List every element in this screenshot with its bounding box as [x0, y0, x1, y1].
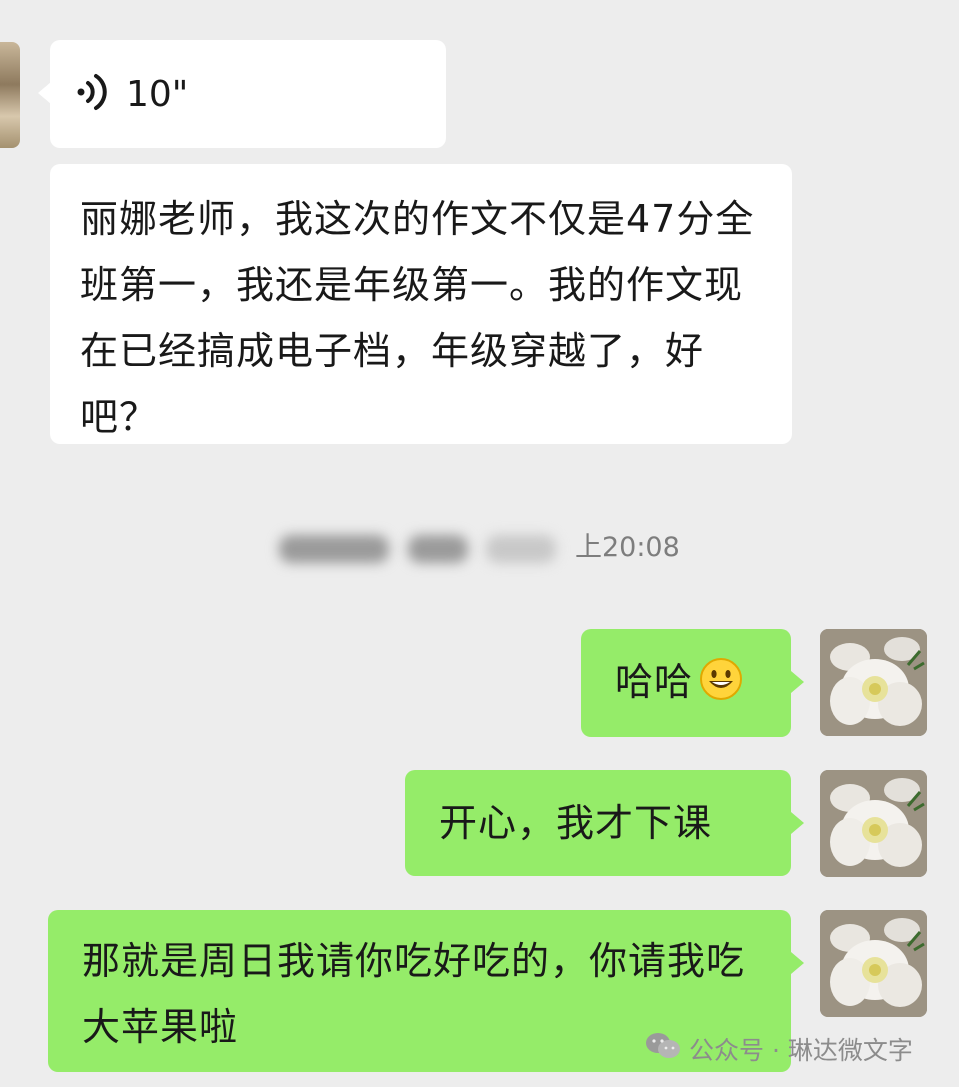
- message-text: 丽娜老师，我这次的作文不仅是47分全班第一，我还是年级第一。我的作文现在已经搞成…: [80, 197, 755, 439]
- voice-duration: 10": [126, 73, 189, 115]
- incoming-message-bubble[interactable]: 丽娜老师，我这次的作文不仅是47分全班第一，我还是年级第一。我的作文现在已经搞成…: [50, 164, 792, 444]
- voice-wave-icon: [76, 72, 108, 116]
- voice-message-bubble[interactable]: 10": [38, 40, 446, 148]
- blurred-text: [407, 534, 468, 563]
- watermark-text: 公众号 · 琳达微文字: [689, 1036, 913, 1065]
- outgoing-message-bubble[interactable]: 哈哈: [581, 629, 804, 737]
- outgoing-message-bubble[interactable]: 开心，我才下课: [405, 770, 804, 876]
- message-text: 开心，我才下课: [439, 801, 713, 845]
- contact-avatar[interactable]: [0, 42, 20, 148]
- blurred-text: [486, 534, 557, 563]
- chat-timestamp: 上20:08: [0, 525, 959, 564]
- my-avatar[interactable]: [820, 910, 927, 1017]
- flower-avatar-image: [820, 910, 927, 1017]
- flower-avatar-image: [820, 629, 927, 736]
- wechat-logo-icon: [645, 1031, 681, 1067]
- my-avatar[interactable]: [820, 629, 927, 736]
- my-avatar[interactable]: [820, 770, 927, 877]
- flower-avatar-image: [820, 770, 927, 877]
- blurred-text: [279, 534, 390, 563]
- watermark: 公众号 · 琳达微文字: [645, 1032, 913, 1066]
- smiley-emoji-icon: [699, 657, 743, 705]
- message-text: 哈哈: [615, 660, 694, 704]
- timestamp-text: 上20:08: [574, 532, 680, 563]
